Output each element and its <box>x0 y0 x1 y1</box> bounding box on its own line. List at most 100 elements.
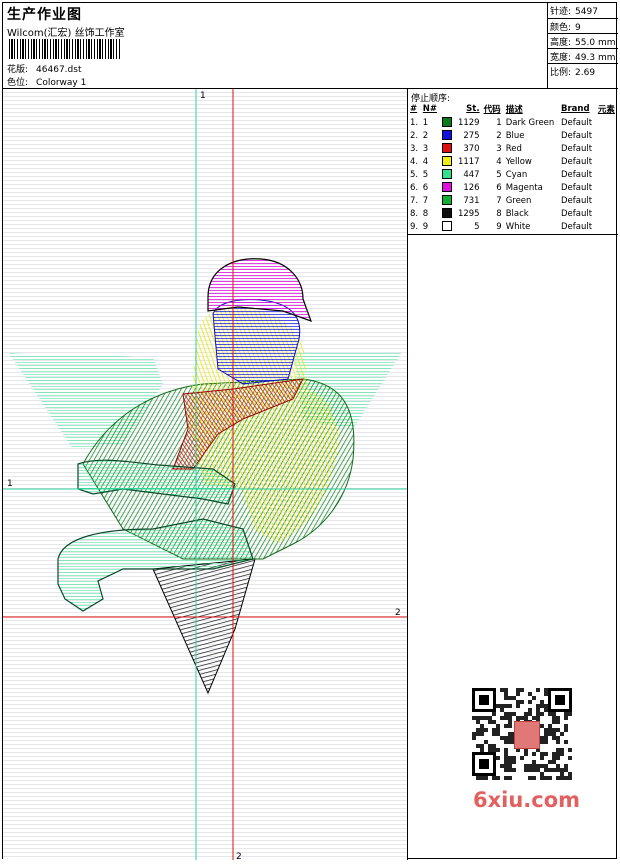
color-swatch <box>441 156 452 167</box>
barcode <box>9 39 121 59</box>
row-index: 7. <box>410 195 419 206</box>
color-swatch <box>441 221 452 232</box>
row-code: 4 <box>496 156 502 167</box>
row-description: Red <box>505 143 522 154</box>
row-element <box>596 220 618 233</box>
table-row: 7. 7 731 7 Green Default <box>408 194 618 207</box>
col-stitches: St. <box>466 104 480 114</box>
row-swatch <box>440 155 455 168</box>
row-description: Dark Green <box>505 117 555 128</box>
row-index: 2. <box>410 130 419 141</box>
studio-name: Wilcom(汇宏) 丝饰工作室 <box>7 28 125 39</box>
color-swatch <box>441 208 452 219</box>
row-code: 7 <box>496 195 502 206</box>
row-number: 9 <box>422 221 429 232</box>
color-swatch <box>441 117 452 128</box>
row-swatch <box>440 181 455 194</box>
table-row: 5. 5 447 5 Cyan Default <box>408 168 618 181</box>
table-row: 6. 6 126 6 Magenta Default <box>408 181 618 194</box>
row-number: 8 <box>422 208 429 219</box>
row-stitches: 275 <box>463 130 480 141</box>
row-code: 1 <box>496 117 502 128</box>
row-element <box>596 142 618 155</box>
guide-label-v2: 2 <box>236 852 242 860</box>
stat-stitches: 针迹: 5497 <box>550 7 598 17</box>
color-swatch <box>441 182 452 193</box>
row-swatch <box>440 207 455 220</box>
row-index: 3. <box>410 143 419 154</box>
embroidery-preview: 1 2 1 2 <box>3 89 407 862</box>
row-element <box>596 181 618 194</box>
row-swatch <box>440 220 455 233</box>
page-title: 生产作业图 <box>7 7 82 23</box>
colorway-value: Colorway 1 <box>36 78 87 88</box>
row-brand: Default <box>561 156 593 167</box>
row-code: 6 <box>496 182 502 193</box>
row-element <box>596 207 618 220</box>
guide-label-v1: 1 <box>200 91 206 101</box>
col-index: # <box>410 104 418 114</box>
row-number: 3 <box>422 143 429 154</box>
row-number: 6 <box>422 182 429 193</box>
table-row: 8. 8 1295 8 Black Default <box>408 207 618 220</box>
row-index: 8. <box>410 208 419 219</box>
row-code: 9 <box>496 221 502 232</box>
row-brand: Default <box>561 195 593 206</box>
row-number: 1 <box>422 117 429 128</box>
row-number: 2 <box>422 130 429 141</box>
stat-scale: 比例: 2.69 <box>550 68 596 78</box>
row-element <box>596 168 618 181</box>
col-code: 代码 <box>483 105 501 115</box>
red-seal-stamp <box>514 721 540 749</box>
col-element: 元素 <box>597 105 615 115</box>
stats-panel: 针迹: 5497 颜色: 9 高度: 55.0 mm 宽度: 49.3 mm 比例: 2.… <box>548 3 618 89</box>
guide-label-h2: 2 <box>395 608 401 618</box>
row-code: 3 <box>496 143 502 154</box>
design-value: 46467.dst <box>36 65 82 75</box>
stat-width: 宽度: 49.3 mm <box>550 53 616 63</box>
color-swatch <box>441 169 452 180</box>
row-index: 1. <box>410 117 419 128</box>
row-stitches: 1129 <box>457 117 480 128</box>
row-element <box>596 129 618 142</box>
row-brand: Default <box>561 143 593 154</box>
row-code: 5 <box>496 169 502 180</box>
stat-height: 高度: 55.0 mm <box>550 38 616 48</box>
col-description: 描述 <box>505 105 523 115</box>
table-header-row: # N# St. 代码 描述 Brand 元素 <box>408 102 618 116</box>
row-stitches: 126 <box>463 182 480 193</box>
row-description: Cyan <box>505 169 528 180</box>
row-stitches: 731 <box>463 195 480 206</box>
row-swatch <box>440 142 455 155</box>
stop-sequence-table: # N# St. 代码 描述 Brand 元素 1. 1 1129 1 Dark Gre… <box>408 102 618 233</box>
col-number: N# <box>422 104 437 114</box>
row-brand: Default <box>561 169 593 180</box>
design-preview-canvas[interactable]: 1 2 1 2 <box>3 89 408 862</box>
row-element <box>596 155 618 168</box>
colorway-line: 色位: Colorway 1 <box>7 75 86 88</box>
row-code: 8 <box>496 208 502 219</box>
row-brand: Default <box>561 182 593 193</box>
design-label: 花版: <box>7 65 29 75</box>
row-description: Black <box>505 208 529 219</box>
table-row: 2. 2 275 2 Blue Default <box>408 129 618 142</box>
row-stitches: 1117 <box>457 156 480 167</box>
row-description: Green <box>505 195 532 206</box>
row-index: 4. <box>410 156 419 167</box>
colorway-label: 色位: <box>7 78 29 88</box>
header-panel: 生产作业图 Wilcom(汇宏) 丝饰工作室 花版: 46467.dst 色位: C… <box>3 3 548 89</box>
row-index: 9. <box>410 221 419 232</box>
row-brand: Default <box>561 130 593 141</box>
col-swatch <box>440 102 455 116</box>
stat-colors: 颜色: 9 <box>550 23 581 33</box>
row-description: Yellow <box>505 156 532 167</box>
row-number: 7 <box>422 195 429 206</box>
row-stitches: 5 <box>474 221 480 232</box>
black-cone <box>152 558 256 695</box>
row-element <box>596 116 618 129</box>
watermark: 6xiu.com <box>473 788 581 812</box>
row-swatch <box>440 116 455 129</box>
row-description: Blue <box>505 130 525 141</box>
col-brand: Brand <box>561 104 590 114</box>
table-row: 4. 4 1117 4 Yellow Default <box>408 155 618 168</box>
